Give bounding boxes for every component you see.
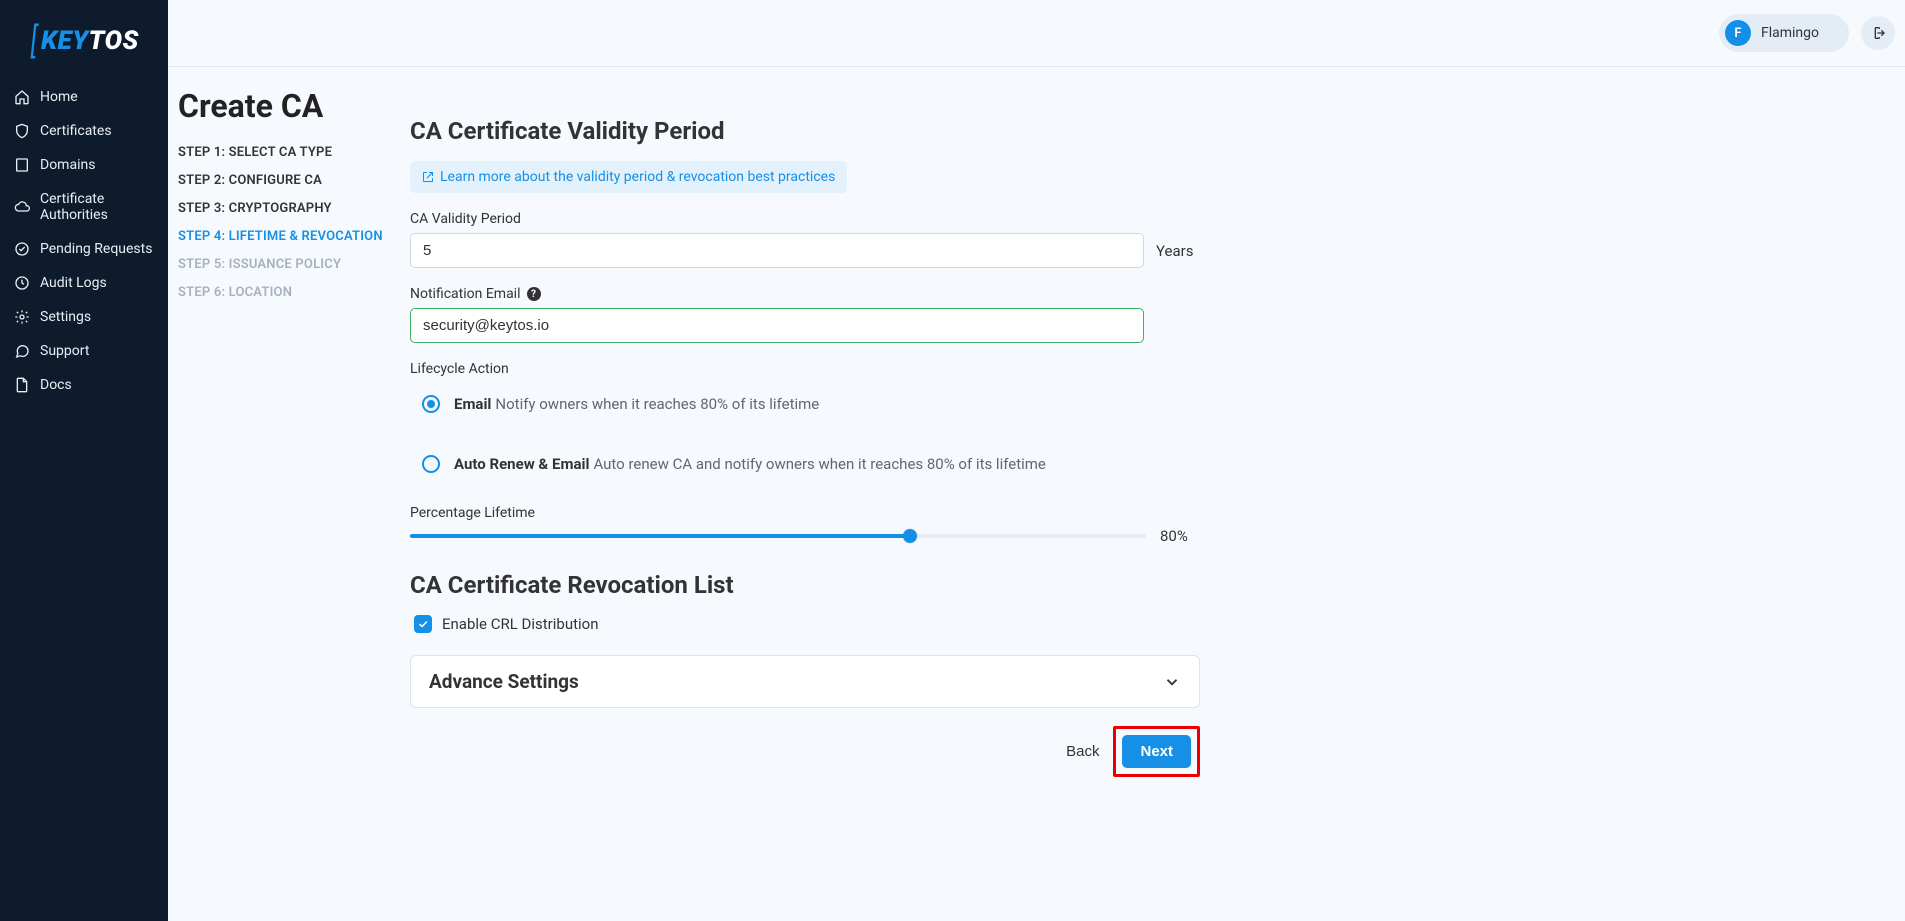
brand-tos: TOS bbox=[89, 26, 139, 56]
check-icon bbox=[417, 618, 429, 630]
next-button[interactable]: Next bbox=[1122, 735, 1191, 768]
sidebar-nav: Home Certificates Domains Certificate Au… bbox=[0, 80, 168, 402]
lifecycle-radio-group: EmailNotify owners when it reaches 80% o… bbox=[410, 383, 1200, 485]
domains-icon bbox=[14, 157, 30, 173]
learn-more-label: Learn more about the validity period & r… bbox=[440, 169, 835, 185]
shield-icon bbox=[14, 123, 30, 139]
validity-unit-label: Years bbox=[1156, 242, 1200, 260]
percentage-lifetime-slider[interactable] bbox=[410, 534, 1146, 538]
main-column: F Flamingo Create CA STEP 1: SELECT CA T… bbox=[168, 0, 1905, 921]
wizard-step-1[interactable]: STEP 1: SELECT CA TYPE bbox=[178, 145, 410, 160]
user-menu[interactable]: F Flamingo bbox=[1719, 14, 1849, 52]
slider-thumb[interactable] bbox=[903, 529, 917, 543]
wizard-step-6: STEP 6: LOCATION bbox=[178, 285, 410, 300]
sidebar-item-cas[interactable]: Certificate Authorities bbox=[0, 182, 168, 232]
sidebar: [KEYTOS Home Certificates Domains Certif… bbox=[0, 0, 168, 921]
lifecycle-label: Lifecycle Action bbox=[410, 361, 1200, 377]
sidebar-item-home[interactable]: Home bbox=[0, 80, 168, 114]
sidebar-item-settings[interactable]: Settings bbox=[0, 300, 168, 334]
email-label: Notification Email ? bbox=[410, 286, 1200, 302]
chat-icon bbox=[14, 343, 30, 359]
radio-email-desc: Notify owners when it reaches 80% of its… bbox=[495, 395, 819, 413]
crl-checkbox-label: Enable CRL Distribution bbox=[442, 615, 598, 633]
sidebar-item-certificates[interactable]: Certificates bbox=[0, 114, 168, 148]
page-title: Create CA bbox=[178, 77, 410, 145]
logout-button[interactable] bbox=[1861, 16, 1895, 50]
brand-key: KEY bbox=[41, 26, 89, 56]
external-link-icon bbox=[422, 171, 434, 183]
radio-icon bbox=[422, 395, 440, 413]
home-icon bbox=[14, 89, 30, 105]
file-icon bbox=[14, 377, 30, 393]
sidebar-item-support[interactable]: Support bbox=[0, 334, 168, 368]
sidebar-item-domains[interactable]: Domains bbox=[0, 148, 168, 182]
sidebar-item-label: Docs bbox=[40, 377, 72, 393]
back-button[interactable]: Back bbox=[1066, 743, 1099, 760]
gear-icon bbox=[14, 309, 30, 325]
logout-icon bbox=[1870, 25, 1886, 41]
validity-input[interactable] bbox=[410, 233, 1144, 268]
wizard-step-3[interactable]: STEP 3: CRYPTOGRAPHY bbox=[178, 201, 410, 216]
sidebar-item-pending[interactable]: Pending Requests bbox=[0, 232, 168, 266]
advance-settings-title: Advance Settings bbox=[429, 670, 579, 693]
sidebar-item-label: Home bbox=[40, 89, 78, 105]
sidebar-item-label: Pending Requests bbox=[40, 241, 152, 257]
slider-value-label: 80% bbox=[1160, 527, 1200, 545]
wizard-steps-column: Create CA STEP 1: SELECT CA TYPE STEP 2:… bbox=[178, 77, 410, 777]
sidebar-item-label: Settings bbox=[40, 309, 91, 325]
lifecycle-radio-auto[interactable]: Auto Renew & EmailAuto renew CA and noti… bbox=[410, 443, 1200, 485]
user-name-label: Flamingo bbox=[1761, 25, 1819, 41]
radio-auto-title: Auto Renew & Email bbox=[454, 455, 589, 473]
email-label-text: Notification Email bbox=[410, 286, 521, 302]
sidebar-item-label: Certificates bbox=[40, 123, 112, 139]
radio-auto-desc: Auto renew CA and notify owners when it … bbox=[593, 455, 1045, 473]
sidebar-item-label: Support bbox=[40, 343, 89, 359]
sidebar-item-label: Certificate Authorities bbox=[40, 191, 154, 223]
slider-label: Percentage Lifetime bbox=[410, 505, 1200, 521]
radio-email-title: Email bbox=[454, 395, 491, 413]
sidebar-item-docs[interactable]: Docs bbox=[0, 368, 168, 402]
learn-more-link[interactable]: Learn more about the validity period & r… bbox=[410, 161, 847, 193]
help-icon[interactable]: ? bbox=[527, 287, 541, 301]
brand-logo[interactable]: [KEYTOS bbox=[0, 10, 168, 80]
crl-checkbox[interactable] bbox=[414, 615, 432, 633]
chevron-down-icon bbox=[1163, 673, 1181, 691]
topbar: F Flamingo bbox=[168, 0, 1905, 67]
wizard-step-5: STEP 5: ISSUANCE POLICY bbox=[178, 257, 410, 272]
highlight-frame: Next bbox=[1113, 726, 1200, 777]
validity-label: CA Validity Period bbox=[410, 211, 1200, 227]
radio-icon bbox=[422, 455, 440, 473]
advance-settings-accordion[interactable]: Advance Settings bbox=[410, 655, 1200, 708]
check-circle-icon bbox=[14, 241, 30, 257]
sidebar-item-audit[interactable]: Audit Logs bbox=[0, 266, 168, 300]
sidebar-item-label: Domains bbox=[40, 157, 95, 173]
form-actions: Back Next bbox=[410, 726, 1200, 777]
cloud-icon bbox=[14, 199, 30, 215]
notification-email-input[interactable] bbox=[410, 308, 1144, 343]
form-column: CA Certificate Validity Period Learn mor… bbox=[410, 77, 1200, 777]
wizard-step-4[interactable]: STEP 4: LIFETIME & REVOCATION bbox=[178, 229, 410, 244]
avatar-initial: F bbox=[1734, 26, 1741, 41]
crl-heading: CA Certificate Revocation List bbox=[410, 571, 1200, 599]
avatar: F bbox=[1725, 20, 1751, 46]
lifecycle-radio-email[interactable]: EmailNotify owners when it reaches 80% o… bbox=[410, 383, 1200, 425]
clock-icon bbox=[14, 275, 30, 291]
sidebar-item-label: Audit Logs bbox=[40, 275, 107, 291]
validity-heading: CA Certificate Validity Period bbox=[410, 117, 1200, 145]
wizard-step-2[interactable]: STEP 2: CONFIGURE CA bbox=[178, 173, 410, 188]
